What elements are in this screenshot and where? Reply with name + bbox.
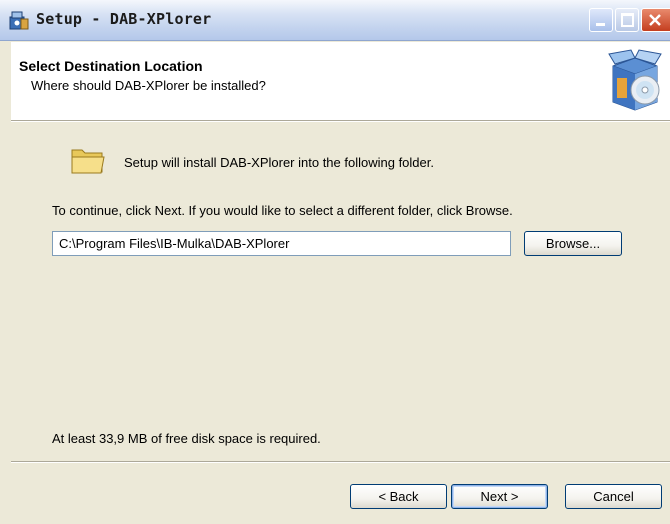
folder-icon <box>70 144 106 176</box>
install-intro-text: Setup will install DAB-XPlorer into the … <box>124 155 434 170</box>
maximize-button[interactable] <box>615 8 639 32</box>
cancel-button[interactable]: Cancel <box>565 484 662 509</box>
wizard-header: Select Destination Location Where should… <box>11 42 670 121</box>
close-button[interactable] <box>641 8 670 32</box>
page-title: Select Destination Location <box>19 58 203 74</box>
destination-path-input[interactable] <box>52 231 511 256</box>
title-bar[interactable]: Setup - DAB-XPlorer <box>0 0 670 41</box>
header-separator <box>11 121 670 122</box>
setup-app-icon <box>8 9 30 31</box>
window-title: Setup - DAB-XPlorer <box>36 10 212 28</box>
window-left-border <box>0 41 11 524</box>
minimize-button[interactable] <box>589 8 613 32</box>
setup-window: Setup - DAB-XPlorer Select Destination L… <box>0 0 670 524</box>
continue-instructions: To continue, click Next. If you would li… <box>52 203 513 218</box>
back-button[interactable]: < Back <box>350 484 447 509</box>
page-subtitle: Where should DAB-XPlorer be installed? <box>31 78 266 93</box>
browse-button[interactable]: Browse... <box>524 231 622 256</box>
disk-space-requirement: At least 33,9 MB of free disk space is r… <box>52 431 321 446</box>
next-button[interactable]: Next > <box>451 484 548 509</box>
close-icon <box>649 14 661 26</box>
setup-cd-box-icon <box>605 48 665 112</box>
footer-separator-highlight <box>11 462 670 463</box>
